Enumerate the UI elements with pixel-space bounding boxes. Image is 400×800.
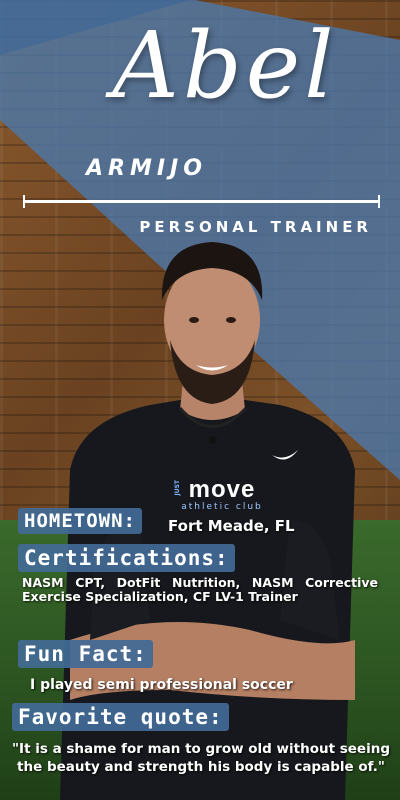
- logo-line-club: athletic club: [181, 502, 263, 512]
- fun-fact-label: Fun Fact:: [18, 640, 153, 668]
- trainer-role: PERSONAL TRAINER: [139, 218, 372, 236]
- certifications-label: Certifications:: [18, 544, 235, 572]
- divider-cap-right: [378, 195, 380, 208]
- fun-fact-value: I played semi professional soccer: [30, 677, 293, 693]
- logo-line-just: JUST: [174, 480, 181, 496]
- trainer-first-name: Abel: [112, 12, 338, 119]
- logo-line-move: move: [188, 476, 256, 503]
- title-divider: [24, 200, 380, 203]
- hometown-value: Fort Meade, FL: [168, 517, 295, 535]
- hometown-label: HOMETOWN:: [18, 508, 142, 534]
- favorite-quote-label: Favorite quote:: [12, 703, 229, 731]
- certifications-value: NASM CPT, DotFit Nutrition, NASM Correct…: [22, 575, 378, 604]
- favorite-quote-value: "It is a shame for man to grow old witho…: [12, 741, 390, 775]
- shirt-logo: JUST move athletic club: [172, 476, 272, 513]
- trainer-last-name: ARMIJO: [86, 156, 207, 181]
